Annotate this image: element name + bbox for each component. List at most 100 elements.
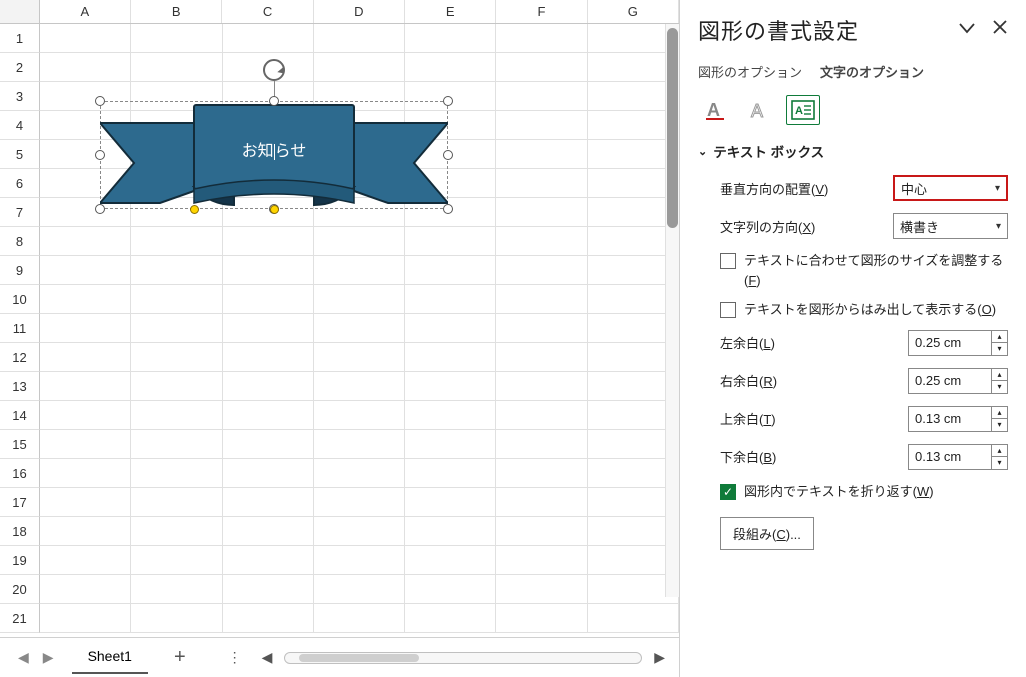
right-margin-down[interactable]: ▾ bbox=[992, 381, 1007, 393]
left-margin-label: 左余白(L) bbox=[720, 333, 775, 352]
overflow-label: テキストを図形からはみ出して表示する(O) bbox=[744, 300, 1008, 320]
hscroll-thumb[interactable] bbox=[299, 654, 419, 662]
horizontal-scrollbar[interactable]: ◀ ▶ bbox=[258, 649, 679, 666]
cells[interactable]: お知らせ bbox=[40, 24, 679, 633]
text-fill-outline-tab[interactable]: A bbox=[698, 95, 732, 125]
row-header[interactable]: 5 bbox=[0, 140, 40, 169]
row-header[interactable]: 2 bbox=[0, 53, 40, 82]
left-margin-down[interactable]: ▾ bbox=[992, 343, 1007, 355]
svg-text:A: A bbox=[707, 100, 720, 120]
top-margin-up[interactable]: ▴ bbox=[992, 407, 1007, 419]
hscroll-right[interactable]: ▶ bbox=[650, 649, 669, 666]
right-margin-up[interactable]: ▴ bbox=[992, 369, 1007, 381]
row-header[interactable]: 13 bbox=[0, 372, 40, 401]
bottom-margin-label: 下余白(B) bbox=[720, 447, 776, 466]
row-header[interactable]: 18 bbox=[0, 517, 40, 546]
overflow-checkbox[interactable] bbox=[720, 302, 736, 318]
row-header[interactable]: 14 bbox=[0, 401, 40, 430]
resize-handle-mr[interactable] bbox=[443, 150, 453, 160]
sheet-tab-bar: ◀ ▶ Sheet1 + ⋮ ◀ ▶ bbox=[0, 637, 679, 677]
wrap-text-label: 図形内でテキストを折り返す(W) bbox=[744, 482, 1008, 502]
right-margin-label: 右余白(R) bbox=[720, 371, 777, 390]
row-header[interactable]: 3 bbox=[0, 82, 40, 111]
autofit-label: テキストに合わせて図形のサイズを調整する(F) bbox=[744, 251, 1008, 290]
column-header[interactable]: F bbox=[496, 0, 587, 23]
row-header[interactable]: 7 bbox=[0, 198, 40, 227]
wrap-text-checkbox[interactable]: ✓ bbox=[720, 484, 736, 500]
sheet-tab[interactable]: Sheet1 bbox=[72, 642, 148, 674]
column-header[interactable]: D bbox=[314, 0, 405, 23]
tab-overflow[interactable]: ⋮ bbox=[212, 649, 258, 666]
vertical-align-select[interactable]: 中心▾ bbox=[893, 175, 1008, 201]
bottom-margin-input[interactable]: 0.13 cm▴▾ bbox=[908, 444, 1008, 470]
row-header[interactable]: 12 bbox=[0, 343, 40, 372]
text-effects-tab[interactable]: A bbox=[742, 95, 776, 125]
column-headers: ABCDEFG bbox=[0, 0, 679, 24]
column-header[interactable]: G bbox=[588, 0, 679, 23]
row-header[interactable]: 9 bbox=[0, 256, 40, 285]
tab-text-options[interactable]: 文字のオプション bbox=[820, 62, 924, 81]
resize-handle-bl[interactable] bbox=[95, 204, 105, 214]
close-pane-button[interactable] bbox=[992, 19, 1008, 42]
row-header[interactable]: 11 bbox=[0, 314, 40, 343]
add-sheet-button[interactable]: + bbox=[148, 646, 212, 669]
shape-selection[interactable]: お知らせ bbox=[100, 101, 448, 209]
format-shape-pane: 図形の書式設定 図形のオプション 文字のオプション A A A ⌄ テキスト ボ… bbox=[680, 0, 1026, 677]
tab-shape-options[interactable]: 図形のオプション bbox=[698, 62, 802, 81]
text-direction-select[interactable]: 横書き▾ bbox=[893, 213, 1008, 239]
vertical-scrollbar[interactable] bbox=[665, 24, 679, 597]
top-margin-input[interactable]: 0.13 cm▴▾ bbox=[908, 406, 1008, 432]
row-headers: 123456789101112131415161718192021 bbox=[0, 24, 40, 633]
row-header[interactable]: 15 bbox=[0, 430, 40, 459]
rotation-handle[interactable] bbox=[263, 59, 285, 81]
row-header[interactable]: 16 bbox=[0, 459, 40, 488]
resize-handle-tm[interactable] bbox=[269, 96, 279, 106]
row-header[interactable]: 19 bbox=[0, 546, 40, 575]
select-all-corner[interactable] bbox=[0, 0, 40, 23]
bottom-margin-up[interactable]: ▴ bbox=[992, 445, 1007, 457]
row-header[interactable]: 4 bbox=[0, 111, 40, 140]
column-header[interactable]: A bbox=[40, 0, 131, 23]
column-header[interactable]: C bbox=[222, 0, 313, 23]
column-header[interactable]: B bbox=[131, 0, 222, 23]
chevron-down-icon: ⌄ bbox=[698, 145, 707, 158]
grid: ABCDEFG 12345678910111213141516171819202… bbox=[0, 0, 679, 637]
section-textbox[interactable]: ⌄ テキスト ボックス bbox=[698, 141, 1008, 161]
adjust-handle-1[interactable] bbox=[190, 205, 199, 214]
bottom-margin-down[interactable]: ▾ bbox=[992, 457, 1007, 469]
resize-handle-tl[interactable] bbox=[95, 96, 105, 106]
adjust-handle-2[interactable] bbox=[270, 205, 279, 214]
row-header[interactable]: 17 bbox=[0, 488, 40, 517]
row-header[interactable]: 10 bbox=[0, 285, 40, 314]
resize-handle-br[interactable] bbox=[443, 204, 453, 214]
vertical-align-label: 垂直方向の配置(V) bbox=[720, 179, 828, 198]
row-header[interactable]: 6 bbox=[0, 169, 40, 198]
tab-nav-prev[interactable]: ◀ bbox=[18, 649, 29, 666]
spreadsheet-area: ABCDEFG 12345678910111213141516171819202… bbox=[0, 0, 680, 677]
hscroll-track[interactable] bbox=[284, 652, 642, 664]
tab-nav-next[interactable]: ▶ bbox=[43, 649, 54, 666]
hscroll-left[interactable]: ◀ bbox=[258, 649, 277, 666]
collapse-pane-button[interactable] bbox=[958, 19, 976, 42]
column-header[interactable]: E bbox=[405, 0, 496, 23]
svg-text:A: A bbox=[751, 101, 763, 121]
resize-handle-ml[interactable] bbox=[95, 150, 105, 160]
pane-title: 図形の書式設定 bbox=[698, 14, 859, 46]
shape-text[interactable]: お知らせ bbox=[100, 137, 448, 161]
right-margin-input[interactable]: 0.25 cm▴▾ bbox=[908, 368, 1008, 394]
vscroll-thumb[interactable] bbox=[667, 28, 678, 228]
left-margin-input[interactable]: 0.25 cm▴▾ bbox=[908, 330, 1008, 356]
left-margin-up[interactable]: ▴ bbox=[992, 331, 1007, 343]
row-header[interactable]: 20 bbox=[0, 575, 40, 604]
row-header[interactable]: 8 bbox=[0, 227, 40, 256]
text-direction-label: 文字列の方向(X) bbox=[720, 217, 815, 236]
resize-handle-tr[interactable] bbox=[443, 96, 453, 106]
top-margin-down[interactable]: ▾ bbox=[992, 419, 1007, 431]
row-header[interactable]: 1 bbox=[0, 24, 40, 53]
autofit-checkbox[interactable] bbox=[720, 253, 736, 269]
svg-text:A: A bbox=[795, 105, 803, 117]
row-header[interactable]: 21 bbox=[0, 604, 40, 633]
textbox-tab[interactable]: A bbox=[786, 95, 820, 125]
top-margin-label: 上余白(T) bbox=[720, 409, 776, 428]
columns-button[interactable]: 段組み(C)... bbox=[720, 517, 814, 550]
